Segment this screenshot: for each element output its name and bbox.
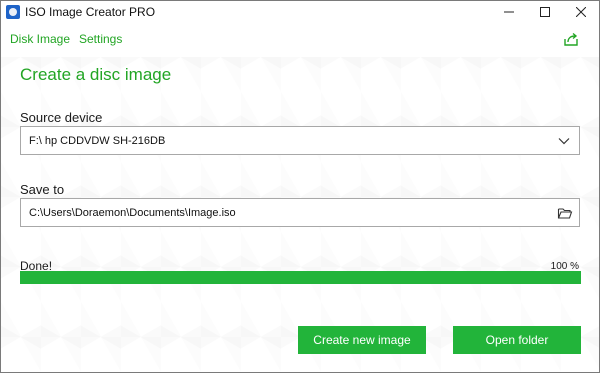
source-device-label: Source device	[20, 110, 103, 125]
minimize-icon	[504, 11, 514, 13]
menu-bar: Disk Image Settings	[1, 29, 599, 51]
close-icon	[576, 7, 586, 17]
open-folder-button[interactable]: Open folder	[453, 326, 581, 354]
source-device-dropdown[interactable]: F:\ hp CDDVDW SH-216DB	[20, 126, 580, 155]
maximize-button[interactable]	[527, 1, 563, 23]
progress-bar	[20, 271, 581, 284]
window-title: ISO Image Creator PRO	[25, 5, 156, 19]
create-new-image-button[interactable]: Create new image	[298, 326, 426, 354]
disc-app-icon	[6, 5, 20, 19]
menu-disk-image[interactable]: Disk Image	[10, 32, 70, 46]
save-path-field[interactable]: C:\Users\Doraemon\Documents\Image.iso	[20, 198, 580, 227]
chevron-down-icon	[558, 138, 570, 145]
page-title: Create a disc image	[20, 65, 172, 84]
app-window: ISO Image Creator PRO Disk Image Setting…	[0, 0, 600, 373]
minimize-button[interactable]	[491, 1, 527, 23]
close-button[interactable]	[563, 1, 599, 23]
folder-open-icon[interactable]	[557, 205, 573, 221]
source-device-value: F:\ hp CDDVDW SH-216DB	[29, 135, 166, 147]
maximize-icon	[540, 7, 550, 17]
title-bar: ISO Image Creator PRO	[1, 1, 599, 25]
menu-settings[interactable]: Settings	[79, 32, 122, 46]
share-icon[interactable]	[563, 31, 579, 47]
save-path-value: C:\Users\Doraemon\Documents\Image.iso	[29, 207, 236, 219]
progress-fill	[20, 271, 581, 284]
save-to-label: Save to	[20, 182, 65, 197]
